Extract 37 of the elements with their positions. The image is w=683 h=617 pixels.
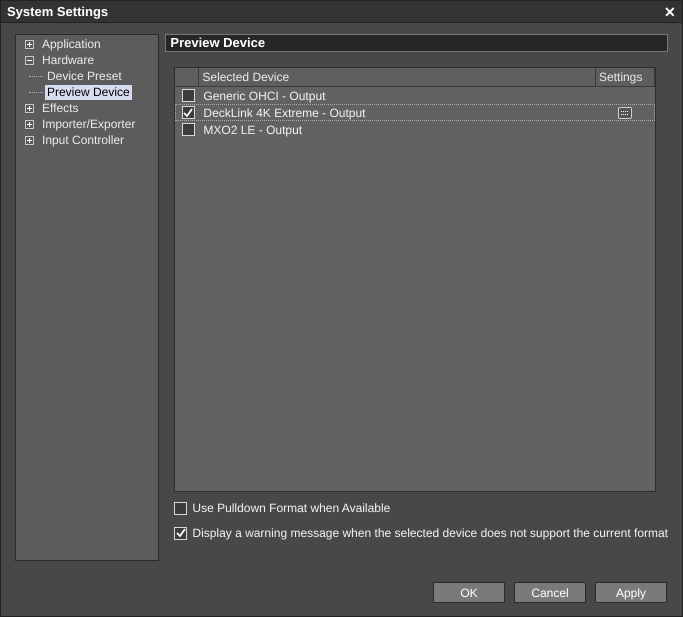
dialog-button[interactable]: Apply	[595, 582, 667, 603]
dialog-button[interactable]: OK	[433, 582, 505, 603]
tree-item[interactable]: Hardware	[40, 53, 96, 68]
table-row[interactable]: Generic OHCI - Output	[175, 87, 655, 104]
table-row[interactable]: MXO2 LE - Output	[175, 121, 655, 138]
table-cell-text: MXO2 LE - Output	[202, 122, 304, 138]
option-label: Display a warning message when the selected device does not support the current format	[192, 525, 668, 542]
dialog-button[interactable]: Cancel	[514, 582, 586, 603]
collapse-icon[interactable]	[25, 56, 34, 65]
tree-item[interactable]: Importer/Exporter	[40, 117, 138, 132]
column-header[interactable]: Selected Device	[199, 68, 596, 86]
checkbox[interactable]	[174, 526, 188, 540]
panel-title: Preview Device	[165, 34, 668, 52]
window-title: System Settings	[7, 2, 108, 21]
expand-icon[interactable]	[25, 104, 34, 113]
checkbox[interactable]	[182, 89, 195, 102]
tree-item[interactable]: Input Controller	[40, 133, 126, 148]
tree-item[interactable]: Application	[40, 37, 103, 52]
checkmark-icon	[183, 108, 194, 118]
option-label: Use Pulldown Format when Available	[192, 500, 390, 517]
dots-icon	[620, 110, 628, 114]
expand-icon[interactable]	[25, 40, 34, 49]
column-header[interactable]: Settings	[596, 68, 655, 86]
tree-item[interactable]: Device Preset	[45, 69, 124, 84]
table-cell-text: DeckLink 4K Extreme - Output	[202, 104, 366, 122]
checkbox[interactable]	[182, 106, 195, 119]
table-row[interactable]: DeckLink 4K Extreme - Output	[175, 104, 655, 121]
expand-icon[interactable]	[25, 120, 34, 129]
more-button[interactable]	[618, 106, 632, 118]
tree-item[interactable]: Preview Device	[45, 85, 132, 100]
checkbox[interactable]	[182, 123, 195, 136]
table-cell-text: Generic OHCI - Output	[202, 88, 326, 104]
close-button[interactable]: ✕	[664, 4, 676, 18]
checkmark-icon	[176, 528, 186, 538]
expand-icon[interactable]	[25, 136, 34, 145]
tree-item[interactable]: Effects	[40, 101, 80, 116]
checkbox[interactable]	[174, 502, 188, 514]
